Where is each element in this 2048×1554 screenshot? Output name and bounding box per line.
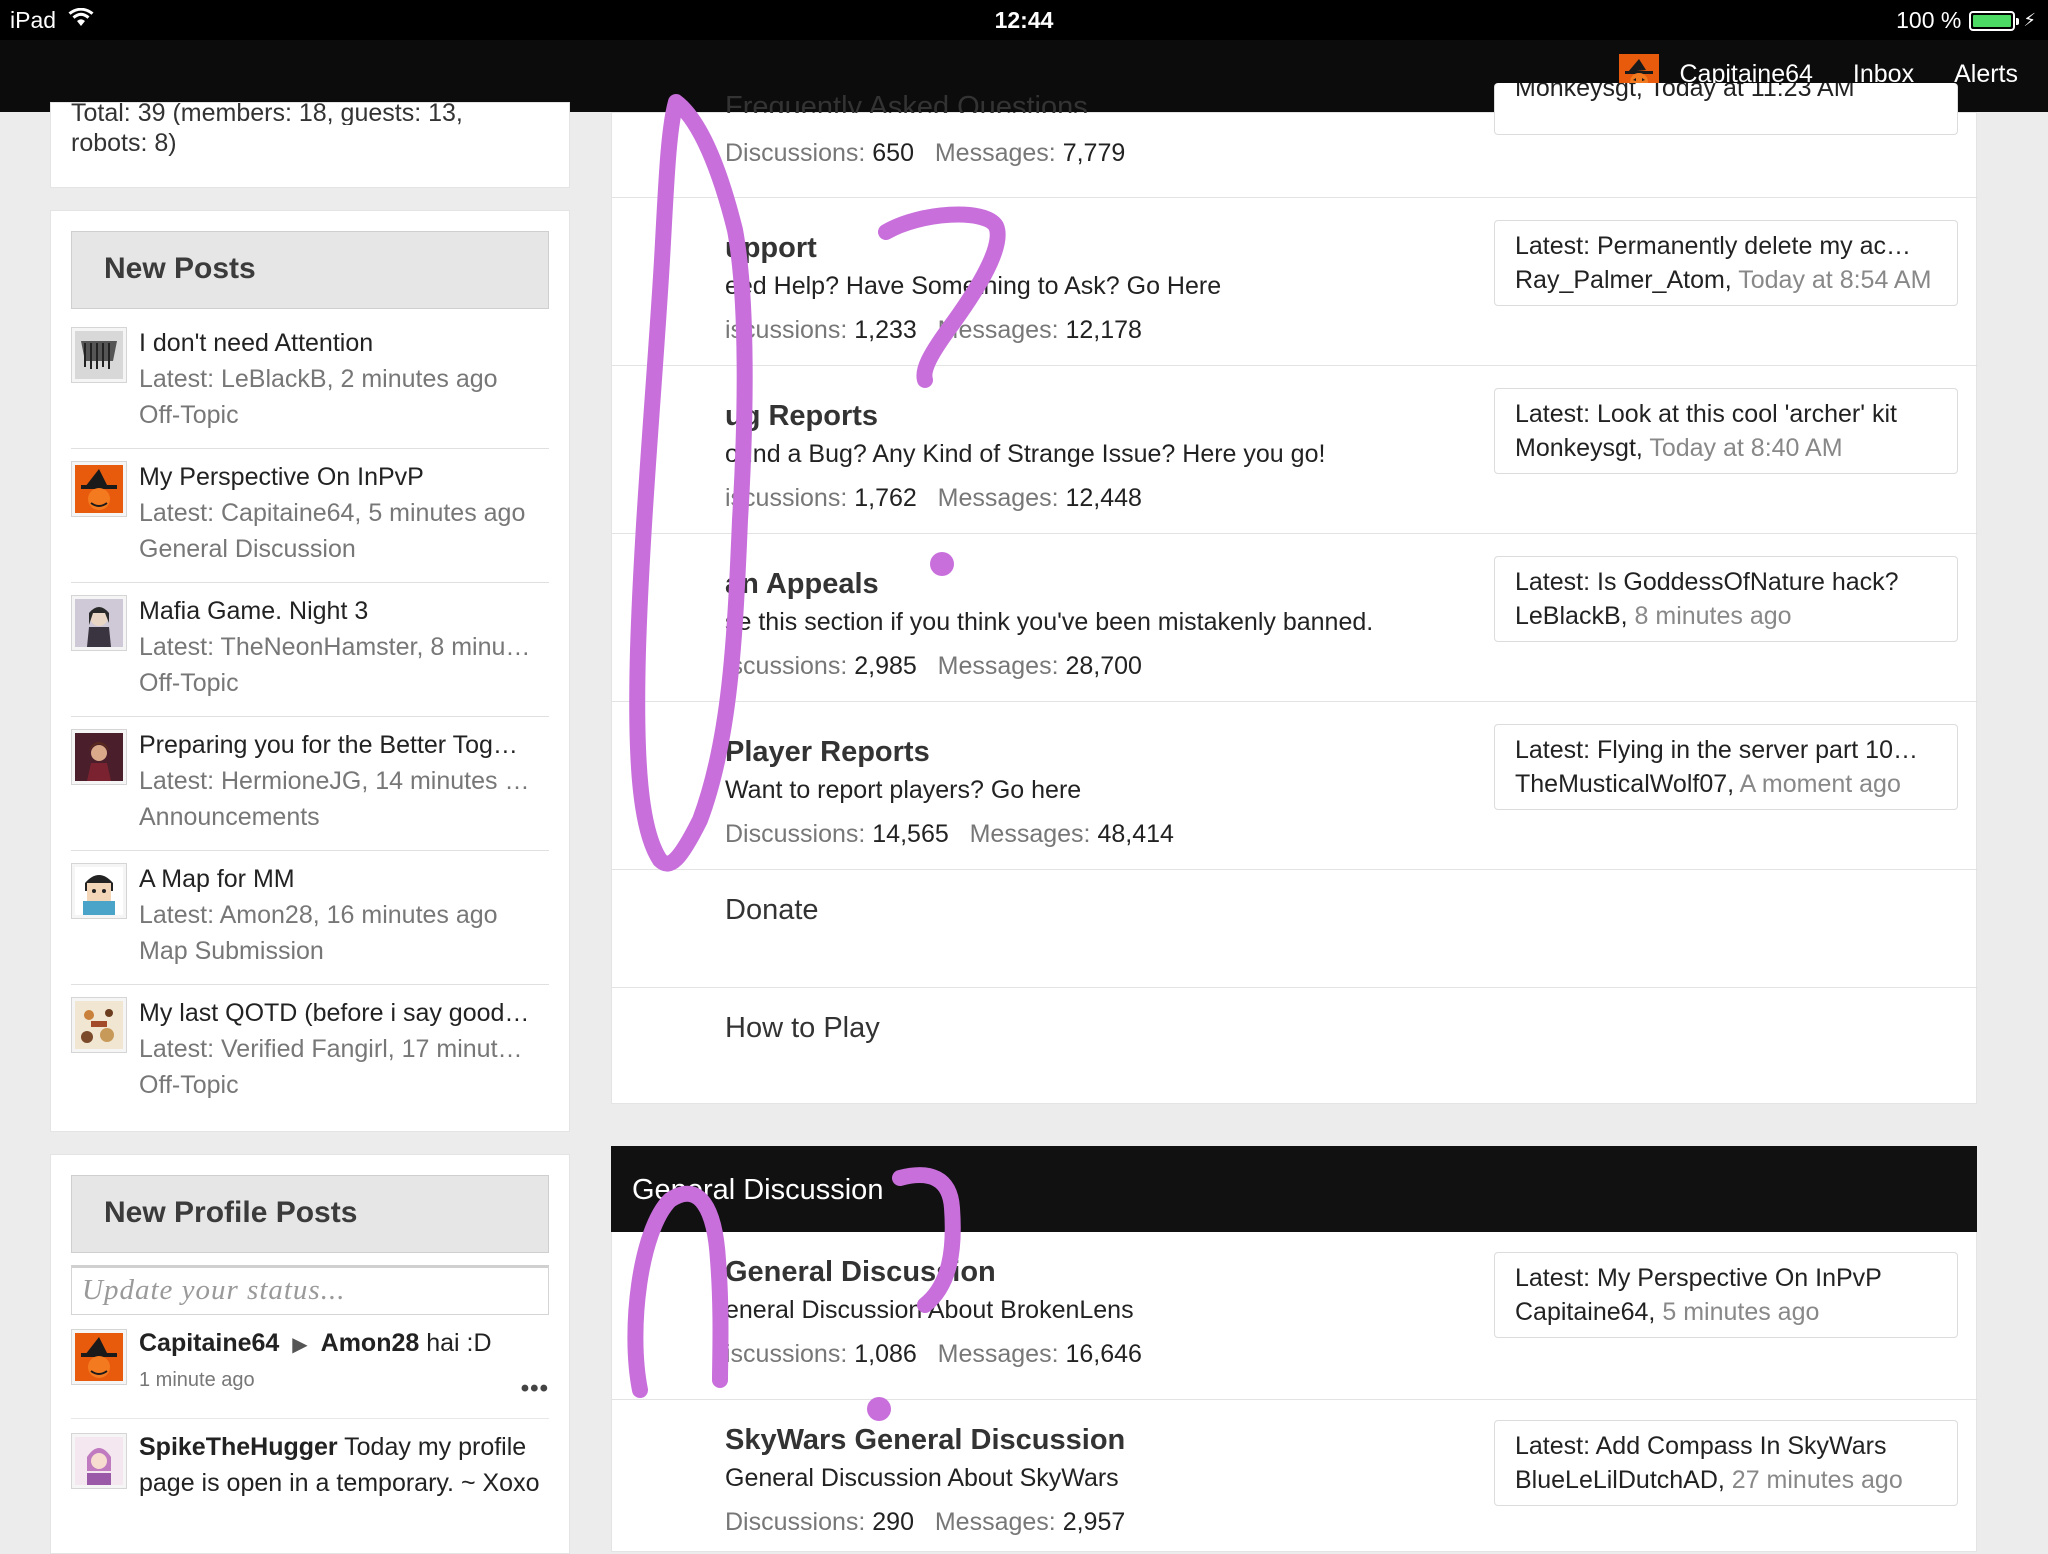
forum-node-support[interactable]: upport eed Help? Have Something to Ask? …	[612, 198, 1978, 366]
new-profile-posts-heading: New Profile Posts	[71, 1175, 549, 1253]
post-title[interactable]: My Perspective On InPvP	[139, 459, 549, 495]
new-posts-heading: New Posts	[71, 231, 549, 309]
forum-node-general-discussion[interactable]: General Discussion eneral Discussion Abo…	[612, 1232, 1978, 1400]
latest-post-box[interactable]: Latest: Is GoddessOfNature hack? LeBlack…	[1494, 556, 1958, 642]
post-title[interactable]: Mafia Game. Night 3	[139, 593, 549, 629]
post-forum[interactable]: Announcements	[139, 799, 549, 835]
forum-description: ound a Bug? Any Kind of Strange Issue? H…	[725, 440, 1326, 468]
link-forum-title[interactable]: How to Play	[725, 1012, 880, 1045]
latest-post-box[interactable]: Latest: Look at this cool 'archer' kit M…	[1494, 388, 1958, 474]
forum-stats: Discussions: 650 Messages: 7,779	[725, 139, 1126, 167]
charging-icon: ⚡	[2023, 10, 2036, 30]
avatar[interactable]	[71, 327, 127, 383]
post-forum[interactable]: Off-Topic	[139, 397, 549, 433]
profile-post-text: hai :D	[426, 1329, 492, 1357]
avatar[interactable]	[71, 1433, 127, 1489]
forum-stats: iscussions: 1,762 Messages: 12,448	[725, 484, 1142, 512]
forum-title[interactable]: Frequently Asked Questions	[725, 91, 1088, 113]
link-node-donate[interactable]: Donate	[612, 870, 1978, 988]
post-title[interactable]: My last QOTD (before i say good…	[139, 995, 549, 1031]
post-latest[interactable]: Latest: HermioneJG, 14 minutes …	[139, 763, 549, 799]
post-latest[interactable]: Latest: TheNeonHamster, 8 minu…	[139, 629, 549, 665]
battery-icon	[1969, 10, 2020, 31]
forum-stats: iscussions: 2,985 Messages: 28,700	[725, 652, 1142, 680]
forum-title[interactable]: an Appeals	[725, 568, 879, 601]
forum-title[interactable]: General Discussion	[725, 1256, 996, 1289]
forum-description: Want to report players? Go here	[725, 776, 1082, 804]
latest-post-box[interactable]: Latest: My Perspective On InPvP Capitain…	[1494, 1252, 1958, 1338]
post-title[interactable]: A Map for MM	[139, 861, 549, 897]
nav-alerts-link[interactable]: Alerts	[1954, 60, 2018, 89]
forum-list-panel: Frequently Asked Questions Discussions: …	[611, 83, 1978, 1105]
latest-post-box[interactable]: Latest: Flying in the server part 10… Th…	[1494, 724, 1958, 810]
more-options-icon[interactable]: •••	[521, 1375, 549, 1403]
forum-title[interactable]: Player Reports	[725, 736, 930, 769]
post-latest[interactable]: Latest: LeBlackB, 2 minutes ago	[139, 361, 549, 397]
latest-post-box[interactable]: Latest: Add Compass In SkyWars BlueLeLil…	[1494, 1420, 1958, 1506]
ios-status-bar: iPad 12:44 100 % ⚡	[0, 0, 2048, 40]
post-forum[interactable]: Off-Topic	[139, 665, 549, 701]
forum-stats: iscussions: 1,233 Messages: 12,178	[725, 316, 1142, 344]
profile-post-item: Capitaine64 ▶ Amon28 hai :D 1 minute ago…	[71, 1315, 549, 1419]
forum-stats: iscussions: 1,086 Messages: 16,646	[725, 1340, 1142, 1368]
status-update-input[interactable]: Update your status...	[71, 1265, 549, 1315]
forum-stats: Discussions: 290 Messages: 2,957	[725, 1508, 1126, 1536]
profile-post-author[interactable]: Capitaine64	[139, 1329, 279, 1357]
new-post-item[interactable]: A Map for MM Latest: Amon28, 16 minutes …	[71, 851, 549, 985]
forum-title[interactable]: ug Reports	[725, 400, 878, 433]
profile-post-time[interactable]: 1 minute ago	[139, 1369, 549, 1392]
profile-post-item: SpikeTheHugger Today my profile page is …	[71, 1419, 549, 1501]
category-header-general-discussion[interactable]: General Discussion	[611, 1146, 1977, 1232]
forum-stats: Discussions: 14,565 Messages: 48,414	[725, 820, 1174, 848]
forum-description: eneral Discussion About BrokenLens	[725, 1296, 1134, 1324]
new-post-item[interactable]: Preparing you for the Better Tog… Latest…	[71, 717, 549, 851]
post-title[interactable]: I don't need Attention	[139, 325, 549, 361]
clock: 12:44	[994, 7, 1054, 33]
post-latest[interactable]: Latest: Amon28, 16 minutes ago	[139, 897, 549, 933]
profile-post-author[interactable]: SpikeTheHugger	[139, 1433, 338, 1461]
forum-description: General Discussion About SkyWars	[725, 1464, 1119, 1492]
forum-title[interactable]: SkyWars General Discussion	[725, 1424, 1125, 1457]
arrow-right-icon: ▶	[292, 1334, 308, 1356]
avatar[interactable]	[71, 729, 127, 785]
avatar[interactable]	[71, 461, 127, 517]
forum-description: eed Help? Have Something to Ask? Go Here	[725, 272, 1222, 300]
online-count-text: Total: 39 (members: 18, guests: 13,	[71, 99, 463, 125]
forum-description: se this section if you think you've been…	[725, 608, 1374, 636]
link-node-how-to-play[interactable]: How to Play	[612, 988, 1978, 1105]
link-forum-title[interactable]: Donate	[725, 894, 819, 927]
forum-node-ban-appeals[interactable]: an Appeals se this section if you think …	[612, 534, 1978, 702]
forum-node-player-reports[interactable]: Player Reports Want to report players? G…	[612, 702, 1978, 870]
latest-post-box[interactable]: Latest: Permanently delete my ac… Ray_Pa…	[1494, 220, 1958, 306]
avatar[interactable]	[71, 997, 127, 1053]
post-forum[interactable]: Off-Topic	[139, 1067, 549, 1103]
forum-node-faq[interactable]: Frequently Asked Questions Discussions: …	[612, 83, 1978, 198]
forum-title[interactable]: upport	[725, 232, 817, 265]
new-posts-block: New Posts I don't need Attention Latest:…	[50, 210, 570, 1132]
online-users-block: Total: 39 (members: 18, guests: 13, robo…	[50, 99, 570, 188]
online-count-text-2: robots: 8)	[71, 129, 177, 157]
latest-post-box[interactable]: Monkeysgt, Today at 11:23 AM	[1494, 83, 1958, 135]
post-title[interactable]: Preparing you for the Better Tog…	[139, 727, 549, 763]
new-post-item[interactable]: My Perspective On InPvP Latest: Capitain…	[71, 449, 549, 583]
new-post-item[interactable]: My last QOTD (before i say good… Latest:…	[71, 985, 549, 1119]
post-latest[interactable]: Latest: Capitaine64, 5 minutes ago	[139, 495, 549, 531]
avatar[interactable]	[71, 863, 127, 919]
post-forum[interactable]: Map Submission	[139, 933, 549, 969]
post-forum[interactable]: General Discussion	[139, 531, 549, 567]
category-forum-list: General Discussion eneral Discussion Abo…	[611, 1232, 1978, 1552]
profile-post-target[interactable]: Amon28	[321, 1329, 420, 1357]
forum-node-skywars-general-discussion[interactable]: SkyWars General Discussion General Discu…	[612, 1400, 1978, 1550]
avatar[interactable]	[71, 1329, 127, 1385]
post-latest[interactable]: Latest: Verified Fangirl, 17 minut…	[139, 1031, 549, 1067]
new-profile-posts-block: New Profile Posts Update your status... …	[50, 1154, 570, 1554]
battery-percent: 100 %	[1896, 7, 1962, 33]
avatar[interactable]	[71, 595, 127, 651]
new-post-item[interactable]: Mafia Game. Night 3 Latest: TheNeonHamst…	[71, 583, 549, 717]
forum-node-bug-reports[interactable]: ug Reports ound a Bug? Any Kind of Stran…	[612, 366, 1978, 534]
new-post-item[interactable]: I don't need Attention Latest: LeBlackB,…	[71, 315, 549, 449]
